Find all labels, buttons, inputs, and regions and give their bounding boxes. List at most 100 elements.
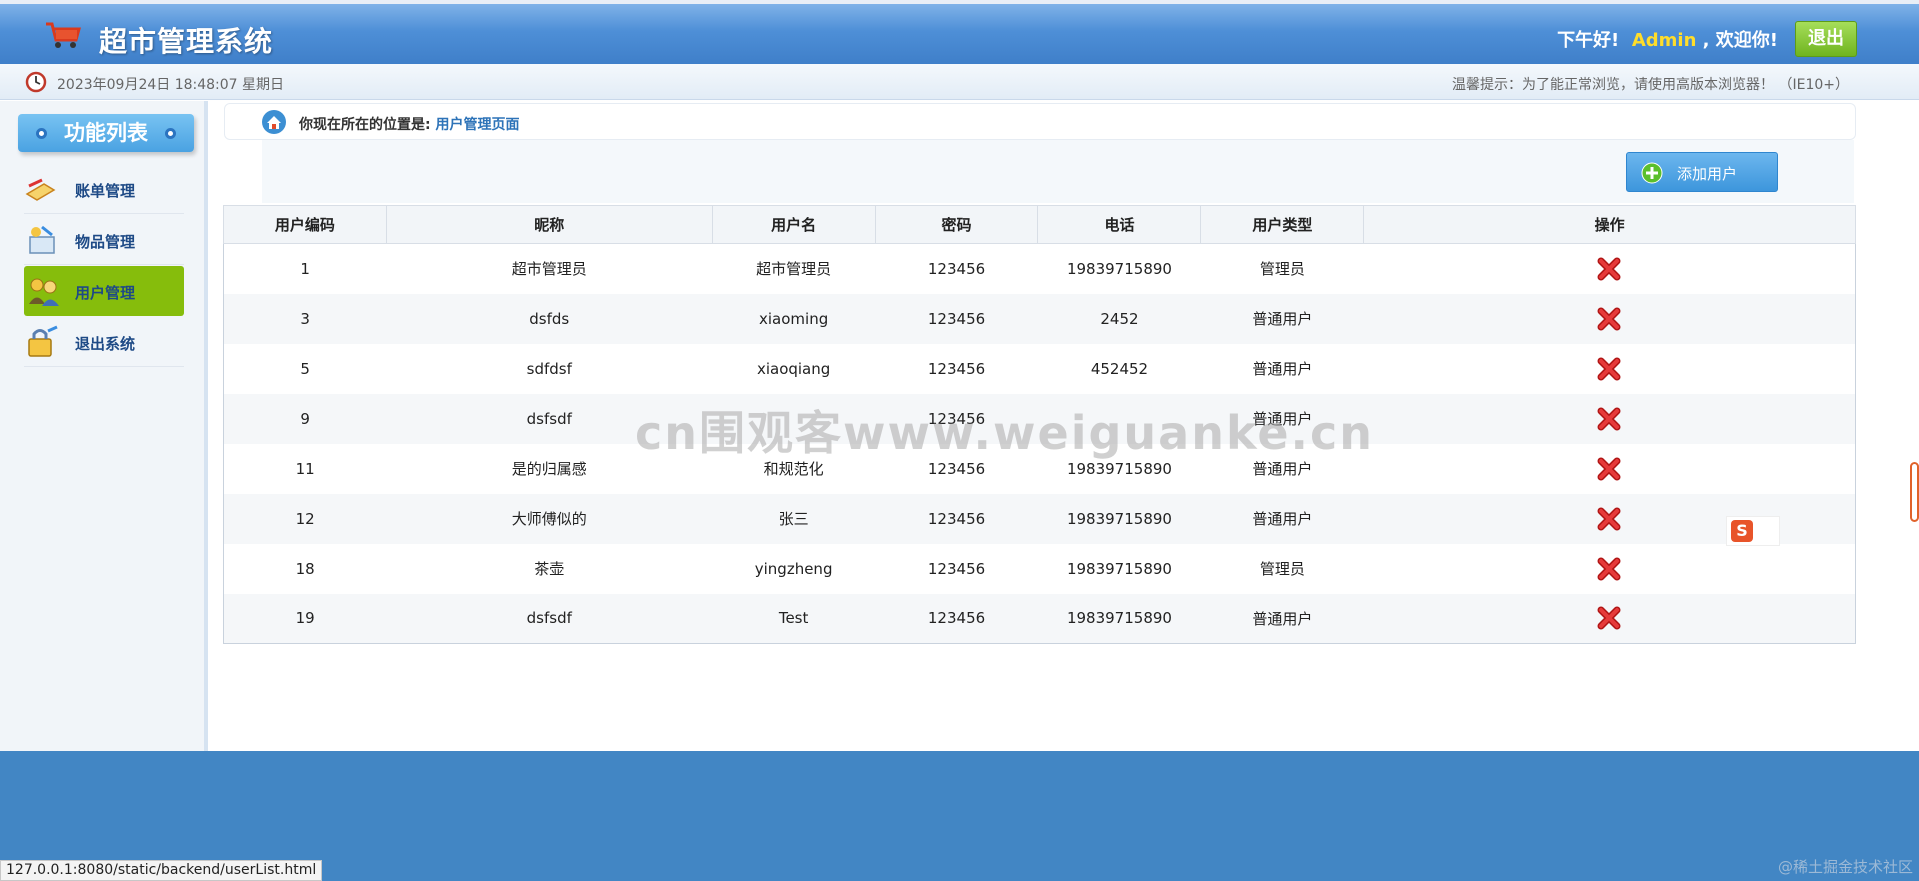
logout-button[interactable]: 退出 xyxy=(1795,21,1857,57)
cell-code: 5 xyxy=(300,359,310,378)
user-table: 用户编码 昵称 用户名 密码 电话 用户类型 操作 1 超市管理员 超市管理员 123… xyxy=(223,205,1856,644)
cell-username xyxy=(712,393,876,444)
cell-actions xyxy=(1363,593,1856,644)
side-scroll-handle[interactable] xyxy=(1910,462,1919,522)
browser-tip: 温馨提示：为了能正常浏览，请使用高版本浏览器！ （IE10+） xyxy=(1452,77,1849,93)
cell-username: 超市管理员 xyxy=(756,260,832,279)
column-header-username: 用户名 xyxy=(711,205,876,244)
home-icon xyxy=(262,110,286,134)
sidebar-item-label: 物品管理 xyxy=(75,233,136,251)
cell-code: 11 xyxy=(295,459,315,478)
add-user-label: 添加用户 xyxy=(1677,165,1738,183)
greeting-suffix: , 欢迎你! xyxy=(1702,30,1778,51)
column-header-actions: 操作 xyxy=(1363,205,1856,244)
cell-password: 123456 xyxy=(927,559,986,578)
column-header-code: 用户编码 xyxy=(223,205,387,244)
cell-nickname: dsfsdf xyxy=(386,593,713,644)
app-title: 超市管理系统 xyxy=(99,25,274,58)
table-row: 19 dsfsdf Test 123456 19839715890 普通用户 xyxy=(223,593,1856,644)
bill-icon xyxy=(25,178,56,201)
cell-phone xyxy=(1037,393,1201,444)
toolbar xyxy=(262,140,1854,203)
cell-code: 1 xyxy=(300,259,310,278)
cell-user-type: 管理员 xyxy=(1259,260,1305,279)
bullet-icon xyxy=(36,128,47,139)
cell-phone: 452452 xyxy=(1090,359,1149,378)
delete-x-icon[interactable] xyxy=(1596,256,1622,282)
cell-code: 18 xyxy=(295,559,315,578)
cell-nickname: 是的归属感 xyxy=(511,460,587,478)
source-credit: @稀土掘金技术社区 xyxy=(1777,858,1913,876)
cell-password: 123456 xyxy=(927,359,986,378)
column-header-phone: 电话 xyxy=(1037,205,1202,244)
cell-actions xyxy=(1363,393,1856,444)
lock-exit-icon xyxy=(28,325,58,357)
ime-indicator[interactable]: S xyxy=(1726,516,1780,546)
cell-user-type: 管理员 xyxy=(1259,560,1305,578)
table-row: 5 sdfdsf xiaoqiang 123456 452452 普通用户 xyxy=(224,344,1856,394)
table-row: 18 茶壶 yingzheng 123456 19839715890 管理员 xyxy=(224,544,1856,594)
cell-code: 19 xyxy=(223,593,387,644)
cell-nickname: 超市管理员 xyxy=(511,260,587,279)
delete-x-icon[interactable] xyxy=(1596,406,1622,432)
ime-logo-icon: S xyxy=(1731,520,1753,542)
cell-nickname: 大师傅似的 xyxy=(386,493,713,544)
sidebar-item-label: 用户管理 xyxy=(75,284,136,302)
cell-user-type: 普通用户 xyxy=(1252,360,1313,378)
info-bar: 2023年09月24日 18:48:07 星期日 温馨提示：为了能正常浏览，请使… xyxy=(0,64,1919,100)
greeting-prefix: 下午好! xyxy=(1557,30,1620,51)
cell-user-type: 普通用户 xyxy=(1200,393,1364,444)
delete-x-icon[interactable] xyxy=(1596,506,1622,532)
cell-code: 9 xyxy=(223,393,387,444)
sidebar-item-goods[interactable]: 物品管理 xyxy=(24,215,184,265)
cell-username: yingzheng xyxy=(754,559,833,578)
table-row: 12 大师傅似的 张三 123456 19839715890 普通用户 xyxy=(223,493,1856,544)
table-row: 1 超市管理员 超市管理员 123456 19839715890 管理员 xyxy=(224,244,1856,294)
cell-password: 123456 xyxy=(875,393,1038,444)
cell-username: xiaoqiang xyxy=(756,359,831,378)
delete-x-icon[interactable] xyxy=(1596,306,1622,332)
cell-password: 123456 xyxy=(875,293,1038,344)
cell-password: 123456 xyxy=(927,459,986,478)
cell-actions xyxy=(1363,293,1856,344)
cell-phone: 19839715890 xyxy=(1037,593,1201,644)
breadcrumb-label: 你现在所在的位置是: 用户管理页面 xyxy=(299,117,520,133)
cell-actions xyxy=(1364,244,1856,294)
cell-actions xyxy=(1364,344,1856,394)
sidebar-item-users[interactable]: 用户管理 xyxy=(24,266,184,316)
cell-code: 12 xyxy=(223,493,387,544)
cell-phone: 19839715890 xyxy=(1066,459,1172,478)
cell-phone: 2452 xyxy=(1037,293,1201,344)
table-row: 11 是的归属感 和规范化 123456 19839715890 普通用户 xyxy=(224,444,1856,494)
plus-icon xyxy=(1641,162,1663,184)
delete-x-icon[interactable] xyxy=(1596,456,1622,482)
username: Admin xyxy=(1631,30,1697,51)
cell-phone: 19839715890 xyxy=(1037,493,1201,544)
shopping-cart-icon xyxy=(46,22,81,48)
current-datetime: 2023年09月24日 18:48:07 星期日 xyxy=(57,77,285,93)
cell-password: 123456 xyxy=(875,593,1038,644)
delete-x-icon[interactable] xyxy=(1596,605,1622,631)
add-user-button[interactable]: 添加用户 xyxy=(1626,152,1778,192)
sidebar: 功能列表 账单管理 物品管理 用户管理 退出系统 xyxy=(0,101,208,751)
cell-nickname: 茶壶 xyxy=(534,560,565,578)
delete-x-icon[interactable] xyxy=(1596,556,1622,582)
cell-user-type: 普通用户 xyxy=(1200,593,1364,644)
sidebar-item-label: 退出系统 xyxy=(75,335,136,353)
cell-phone: 19839715890 xyxy=(1066,559,1172,578)
sidebar-item-exit[interactable]: 退出系统 xyxy=(24,317,184,367)
sidebar-item-bills[interactable]: 账单管理 xyxy=(24,164,184,214)
cell-username: xiaoming xyxy=(712,293,876,344)
column-header-nickname: 昵称 xyxy=(385,205,713,244)
cell-username: Test xyxy=(712,593,876,644)
cell-username: 和规范化 xyxy=(763,460,824,478)
delete-x-icon[interactable] xyxy=(1596,356,1622,382)
top-header: 超市管理系统 下午好! Admin , 欢迎你! 退出 xyxy=(0,0,1919,64)
cell-password: 123456 xyxy=(875,493,1038,544)
cell-nickname: sdfdsf xyxy=(526,359,572,378)
cell-password: 123456 xyxy=(927,259,986,278)
cell-nickname: dsfsdf xyxy=(386,393,713,444)
breadcrumb: 你现在所在的位置是: 用户管理页面 xyxy=(224,103,1856,140)
cell-actions xyxy=(1364,444,1856,494)
column-header-password: 密码 xyxy=(874,205,1039,244)
